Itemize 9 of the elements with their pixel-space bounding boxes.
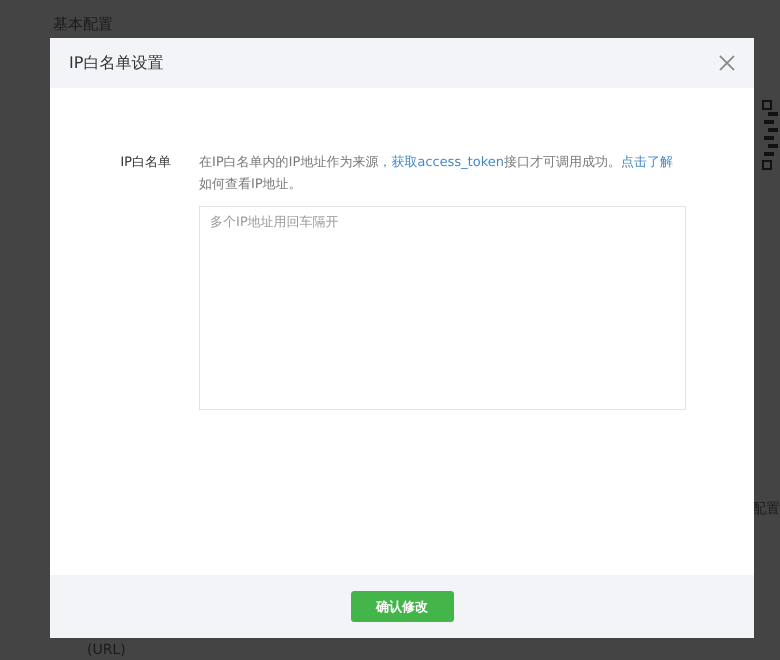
- ip-whitelist-field[interactable]: 多个IP地址用回车隔开: [199, 206, 686, 410]
- help-text: 在IP白名单内的IP地址作为来源，获取access_token接口才可调用成功。点击了解 如何查看IP地址。: [199, 154, 674, 194]
- qr-code-icon: [762, 100, 780, 170]
- field-label: IP白名单: [119, 154, 172, 172]
- help-link[interactable]: 获取access_token: [391, 155, 504, 170]
- close-icon[interactable]: [718, 54, 736, 72]
- dialog-title: IP白名单设置: [69, 52, 164, 74]
- confirm-button[interactable]: 确认修改: [350, 591, 454, 622]
- help-link[interactable]: 点击了解: [621, 155, 674, 170]
